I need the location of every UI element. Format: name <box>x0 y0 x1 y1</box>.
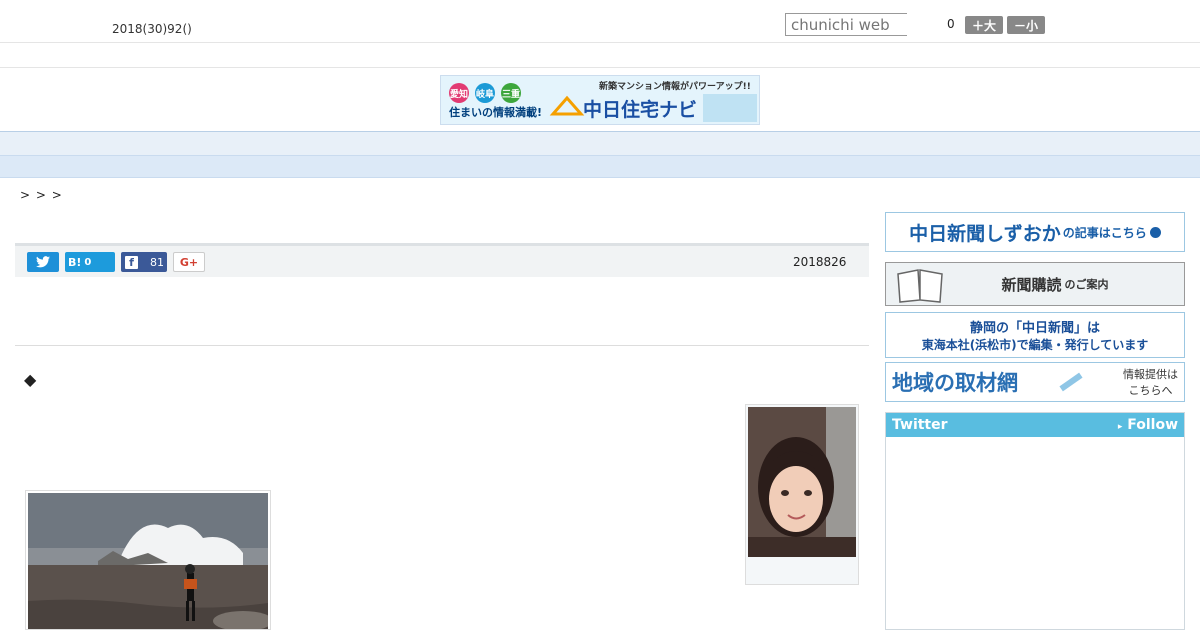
banner-promo: 新築マンション情報がパワーアップ!! <box>599 80 751 92</box>
twitter-follow-link[interactable]: ▸ Follow <box>1118 417 1178 433</box>
top-bar: 2018(30)92() 0 ＋大 －小 <box>0 0 1200 43</box>
published-date: 2018826 <box>793 255 847 269</box>
google-plus-icon: G+ <box>179 255 199 269</box>
newspaper-icon <box>897 269 943 303</box>
twitter-widget: Twitter ▸ Follow <box>885 412 1185 630</box>
pencil-icon <box>1058 372 1083 392</box>
twitter-icon <box>36 256 50 268</box>
google-plus-button[interactable]: G+ <box>173 252 205 272</box>
banner-tagline: 住まいの情報満載! <box>449 105 542 119</box>
banner-tag-0: 愛知 <box>450 88 468 100</box>
banner-name: 中日住宅ナビ <box>583 98 697 121</box>
ad1-title: 中日新聞しずおか <box>909 222 1061 245</box>
bullet-diamond: ◆ <box>24 370 37 389</box>
ad4-side1: 情報提供は <box>1123 368 1178 381</box>
triangle-right-icon: ▸ <box>1117 422 1123 432</box>
header-strip <box>0 44 1200 68</box>
divider <box>15 345 869 346</box>
search-input[interactable] <box>785 13 907 36</box>
subscription-ad[interactable]: 新聞購読 のご案内 <box>885 262 1185 306</box>
shizuoka-news-ad[interactable]: 中日新聞しずおか の記事はこちら <box>885 212 1185 252</box>
banner-tag-2: 三重 <box>502 88 520 100</box>
twitter-title: Twitter <box>892 417 948 433</box>
twitter-follow-label: Follow <box>1127 417 1178 433</box>
author-portrait <box>745 404 859 585</box>
facebook-icon: f <box>125 255 138 269</box>
hatena-bookmark-button[interactable]: B! 0 <box>65 252 115 272</box>
ad3-line1: 静岡の「中日新聞」は <box>969 321 1100 336</box>
twitter-widget-header: Twitter ▸ Follow <box>886 413 1184 437</box>
facebook-share-button[interactable]: f 81 <box>121 252 167 272</box>
ad2-title: 新聞購読 <box>1001 275 1062 294</box>
main-nav <box>0 131 1200 156</box>
breadcrumb: > > > <box>20 188 63 202</box>
arrow-right-icon <box>1149 226 1161 238</box>
ad3-line2: 東海本社(浜松市)で編集・発行しています <box>921 338 1149 352</box>
waves-photo <box>28 493 270 629</box>
ad2-suffix: のご案内 <box>1064 278 1109 291</box>
news-tip-ad[interactable]: 地域の取材網 情報提供は こちらへ <box>885 362 1185 402</box>
share-bar: B! 0 f 81 G+ <box>15 243 869 277</box>
portrait-image <box>748 407 856 557</box>
hatena-icon: B! <box>68 255 82 269</box>
current-date: 2018(30)92() <box>112 22 192 36</box>
tokai-office-ad[interactable]: 静岡の「中日新聞」は 東海本社(浜松市)で編集・発行しています <box>885 312 1185 358</box>
ad4-side2: こちらへ <box>1128 384 1173 397</box>
font-smaller-button[interactable]: －小 <box>1007 16 1045 34</box>
ad1-suffix: の記事はこちら <box>1062 225 1147 240</box>
font-bigger-button[interactable]: ＋大 <box>965 16 1003 34</box>
twitter-share-button[interactable] <box>27 252 59 272</box>
housing-navi-banner[interactable]: 愛知 岐阜 三重 住まいの情報満載! 新築マンション情報がパワーアップ!! 中日… <box>440 75 760 125</box>
font-size-value: 0 <box>947 17 955 31</box>
ad4-title: 地域の取材網 <box>892 371 1018 395</box>
sub-nav <box>0 156 1200 178</box>
hatena-count: 0 <box>84 256 92 268</box>
article-photo[interactable] <box>25 490 271 630</box>
banner-tag-1: 岐阜 <box>476 88 494 100</box>
facebook-count: 81 <box>150 255 164 269</box>
